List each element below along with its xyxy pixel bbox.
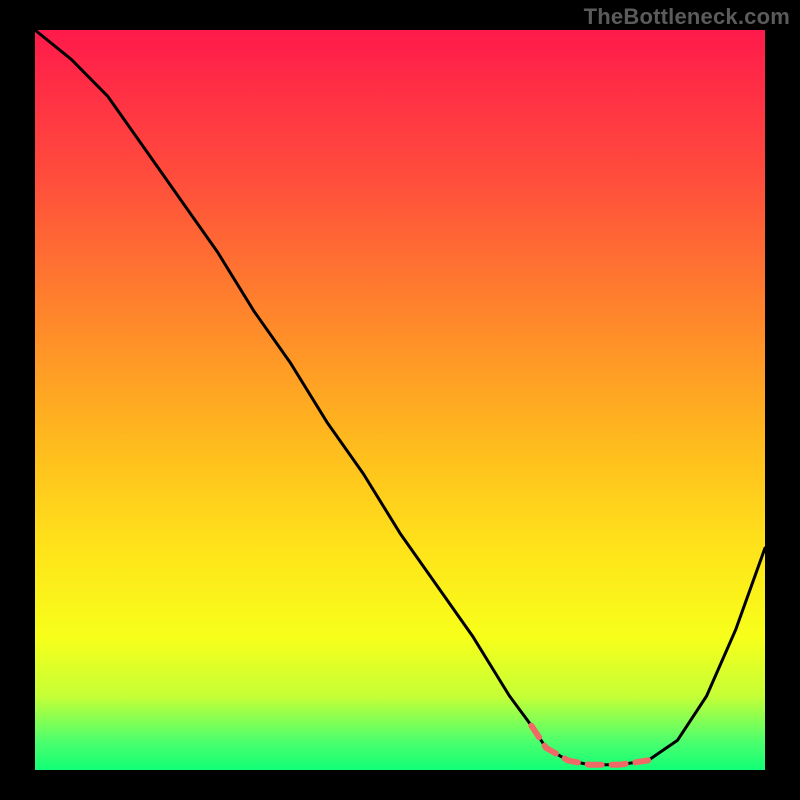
bottleneck-chart xyxy=(0,0,800,800)
plot-background xyxy=(35,30,765,770)
watermark-text: TheBottleneck.com xyxy=(584,4,790,30)
chart-svg xyxy=(0,0,800,800)
